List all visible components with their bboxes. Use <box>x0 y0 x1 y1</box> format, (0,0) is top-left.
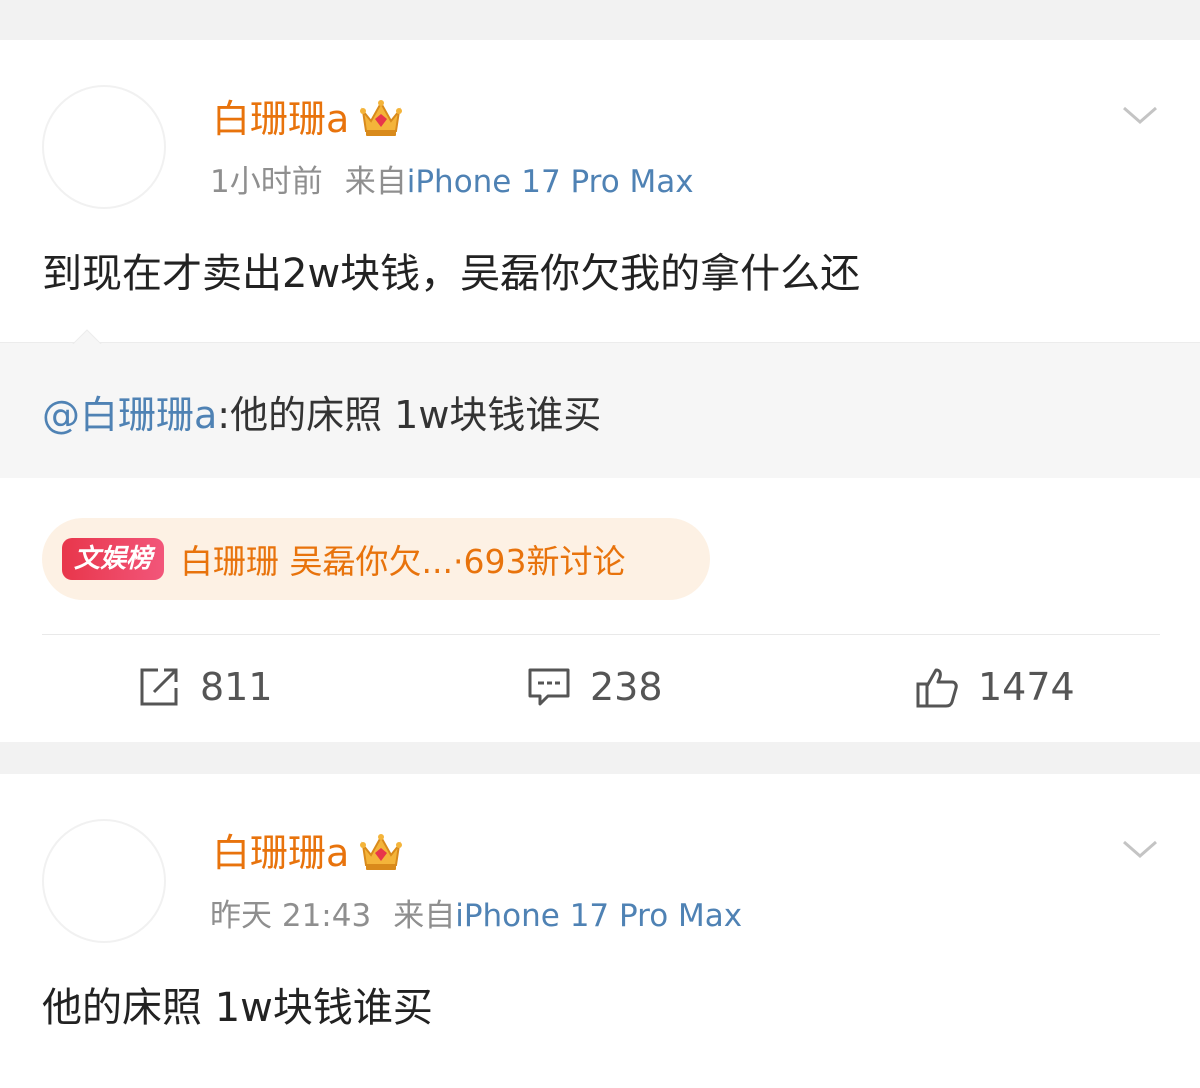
avatar[interactable] <box>42 85 166 209</box>
post-time: 昨天 21:43 <box>210 898 372 934</box>
thumbs-up-icon <box>916 668 958 708</box>
repost-icon <box>140 668 178 706</box>
repost-body: :他的床照 1w块钱谁买 <box>217 393 602 437</box>
like-button[interactable]: 1474 <box>914 662 1075 712</box>
post-text[interactable]: 他的床照 1w块钱谁买 <box>42 980 433 1036</box>
topic-count: ·693新讨论 <box>452 542 626 581</box>
username-link[interactable]: 白珊珊a <box>212 96 403 143</box>
comment-count: 238 <box>590 665 663 709</box>
mention-link[interactable]: @白珊珊a <box>42 393 217 437</box>
weibo-post: 白珊珊a 昨天 21:43 来自iPhone 17 Pro Max 他的床照 1w… <box>0 774 1200 1088</box>
avatar[interactable] <box>42 819 166 943</box>
repost-button[interactable]: 811 <box>136 662 273 712</box>
post-time: 1小时前 <box>210 164 323 200</box>
post-text[interactable]: 到现在才卖出2w块钱，吴磊你欠我的拿什么还 <box>42 246 860 302</box>
divider <box>42 634 1160 635</box>
post-meta: 1小时前 来自iPhone 17 Pro Max <box>210 162 694 202</box>
topic-badge: 文娱榜 <box>62 538 165 580</box>
chevron-down-icon[interactable] <box>1120 100 1160 130</box>
device-link[interactable]: iPhone 17 Pro Max <box>407 164 694 200</box>
source-prefix: 来自 <box>344 164 407 200</box>
repost-count: 811 <box>200 665 273 709</box>
repost-text: @白珊珊a:他的床照 1w块钱谁买 <box>42 389 601 441</box>
comment-icon <box>528 668 570 706</box>
like-count: 1474 <box>978 665 1075 709</box>
trending-topic-pill[interactable]: 文娱榜 白珊珊 吴磊你欠... ·693新讨论 <box>42 518 710 600</box>
username-text[interactable]: 白珊珊a <box>212 97 349 141</box>
topic-title: 白珊珊 吴磊你欠... <box>180 542 453 581</box>
username-text[interactable]: 白珊珊a <box>212 831 349 875</box>
source-prefix: 来自 <box>393 898 456 934</box>
crown-icon <box>360 99 403 136</box>
username-link[interactable]: 白珊珊a <box>212 830 403 877</box>
weibo-post: 白珊珊a 1小时前 来自iPhone 17 Pro Max 到现在才卖出2w块钱，… <box>0 40 1200 742</box>
reposted-content[interactable]: @白珊珊a:他的床照 1w块钱谁买 <box>0 329 1200 478</box>
arrow-up-icon <box>72 329 102 345</box>
device-link[interactable]: iPhone 17 Pro Max <box>455 898 742 934</box>
crown-icon <box>360 833 403 870</box>
post-meta: 昨天 21:43 来自iPhone 17 Pro Max <box>210 896 742 936</box>
chevron-down-icon[interactable] <box>1120 834 1160 864</box>
comment-button[interactable]: 238 <box>526 662 663 712</box>
